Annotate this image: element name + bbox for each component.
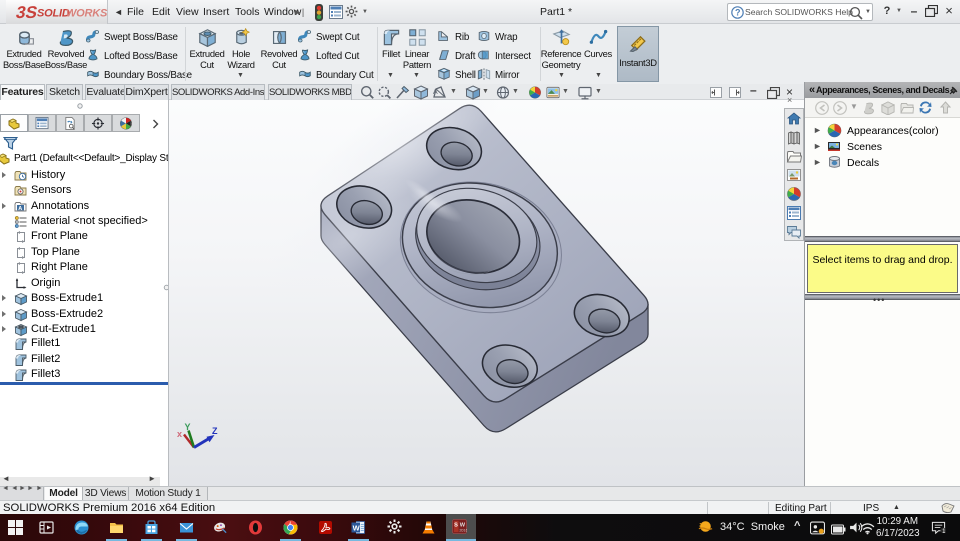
svg-text:A: A bbox=[433, 89, 438, 96]
svg-text:S: S bbox=[454, 523, 458, 529]
svg-text:W: W bbox=[353, 524, 361, 533]
svg-text:1: 1 bbox=[942, 528, 946, 535]
svg-text:SOLID: SOLID bbox=[37, 8, 70, 20]
svg-text:?: ? bbox=[735, 8, 741, 18]
svg-text:3S: 3S bbox=[14, 2, 39, 22]
svg-text:W: W bbox=[460, 523, 466, 529]
svg-text:Y: Y bbox=[185, 422, 191, 432]
svg-text:WORKS: WORKS bbox=[66, 8, 108, 20]
svg-text:x: x bbox=[177, 429, 182, 439]
svg-text:2016: 2016 bbox=[459, 529, 467, 533]
svg-text:A: A bbox=[18, 206, 22, 212]
svg-text:Z: Z bbox=[212, 426, 218, 436]
